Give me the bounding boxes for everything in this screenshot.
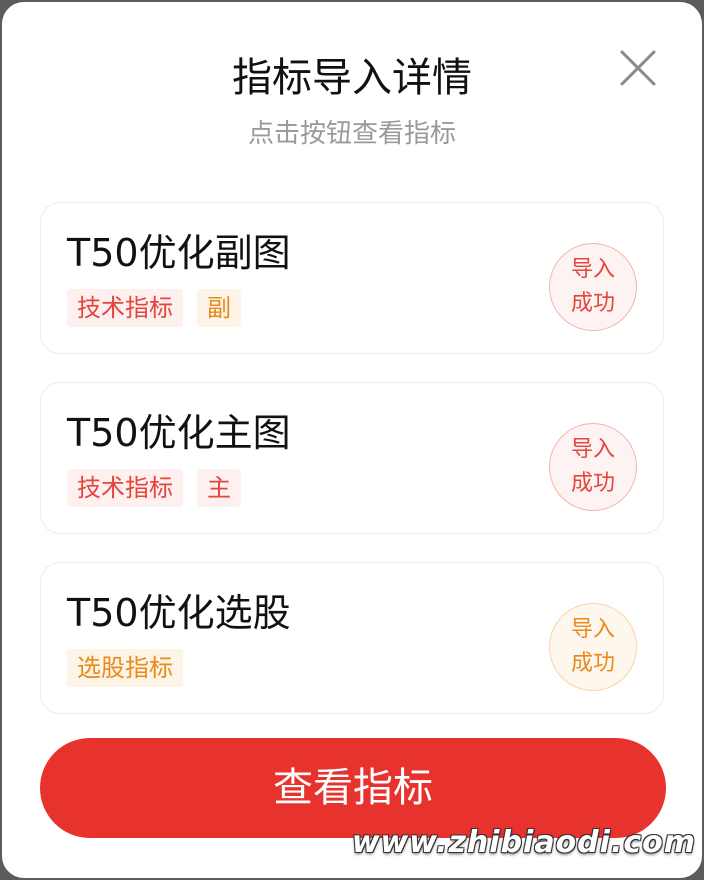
indicator-name: T50优化选股 bbox=[67, 591, 291, 635]
tag-category: 选股指标 bbox=[67, 649, 183, 687]
import-details-dialog: 指标导入详情 点击按钮查看指标 T50优化副图 技术指标 副 导入成功 T50优… bbox=[2, 2, 702, 878]
import-status-badge: 导入成功 bbox=[549, 603, 637, 691]
close-button[interactable] bbox=[614, 44, 662, 92]
dialog-title: 指标导入详情 bbox=[232, 55, 472, 101]
tag-chart-type: 副 bbox=[197, 289, 241, 327]
indicator-card[interactable]: T50优化副图 技术指标 副 导入成功 bbox=[40, 202, 664, 354]
indicator-tags: 选股指标 bbox=[67, 649, 183, 687]
import-status-text: 导入成功 bbox=[570, 617, 615, 676]
indicator-tags: 技术指标 主 bbox=[67, 469, 241, 507]
close-icon bbox=[620, 50, 656, 86]
dialog-subtitle: 点击按钮查看指标 bbox=[247, 119, 456, 149]
indicator-name: T50优化主图 bbox=[67, 411, 291, 455]
tag-category: 技术指标 bbox=[67, 469, 183, 507]
import-status-text: 导入成功 bbox=[570, 437, 615, 496]
tag-category: 技术指标 bbox=[67, 289, 183, 327]
indicator-name: T50优化副图 bbox=[67, 231, 291, 275]
import-status-text: 导入成功 bbox=[570, 257, 615, 316]
indicator-card[interactable]: T50优化主图 技术指标 主 导入成功 bbox=[40, 382, 664, 534]
indicator-card[interactable]: T50优化选股 选股指标 导入成功 bbox=[40, 562, 664, 714]
import-status-badge: 导入成功 bbox=[549, 423, 637, 511]
watermark-text: www.zhibiaodi.com bbox=[351, 825, 696, 860]
indicator-tags: 技术指标 副 bbox=[67, 289, 241, 327]
import-status-badge: 导入成功 bbox=[549, 243, 637, 331]
tag-chart-type: 主 bbox=[197, 469, 241, 507]
view-indicators-button[interactable]: 查看指标 bbox=[40, 738, 666, 838]
